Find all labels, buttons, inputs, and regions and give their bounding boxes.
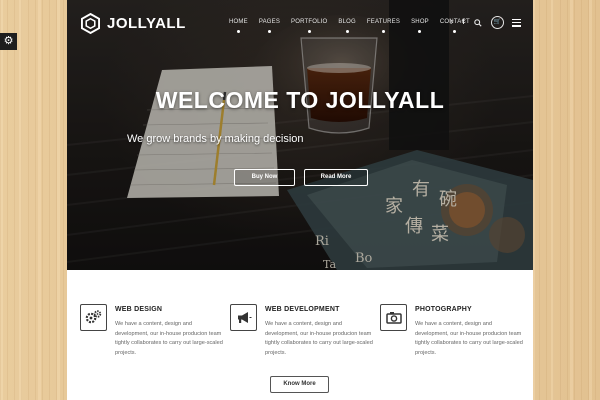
site-logo[interactable]: JOLLYALL xyxy=(81,13,186,34)
facebook-icon[interactable]: f xyxy=(462,18,464,28)
nav-icon-group: 𝕣 f 🛒 xyxy=(450,16,521,29)
nav-pages[interactable]: PAGES xyxy=(259,19,280,33)
brand-name: JOLLYALL xyxy=(107,15,186,32)
feature-title: WEB DEVELOPMENT xyxy=(265,306,340,313)
feature-description: We have a content, design and developmen… xyxy=(265,321,373,356)
feature-description: We have a content, design and developmen… xyxy=(415,321,523,356)
hero-section: 有 碗 家 傳 菜 Ri Bo Ta JOLLYALL HOME PAGES P… xyxy=(67,0,533,270)
menu-icon[interactable] xyxy=(511,18,521,27)
settings-gear-icon[interactable]: ⚙ xyxy=(0,33,17,50)
nav-blog[interactable]: BLOG xyxy=(338,19,356,33)
nav-features[interactable]: FEATURES xyxy=(367,19,400,33)
know-more-button[interactable]: Know More xyxy=(270,376,329,393)
twitter-icon[interactable]: 𝕣 xyxy=(450,18,453,28)
main-navigation: HOME PAGES PORTFOLIO BLOG FEATURES SHOP … xyxy=(229,19,481,33)
nav-portfolio[interactable]: PORTFOLIO xyxy=(291,19,327,33)
read-more-button[interactable]: Read More xyxy=(304,169,368,186)
cart-icon[interactable]: 🛒 xyxy=(490,16,504,29)
hero-title: WELCOME TO JOLLYALL xyxy=(155,87,445,113)
camera-icon xyxy=(380,304,407,331)
search-icon[interactable] xyxy=(473,18,482,27)
feature-description: We have a content, design and developmen… xyxy=(115,321,223,356)
megaphone-icon xyxy=(230,304,257,331)
feature-title: WEB DESIGN xyxy=(115,306,163,313)
buy-now-button[interactable]: Buy Now xyxy=(234,169,295,186)
hero-subtitle: We grow brands by making decision xyxy=(127,133,304,145)
site-page: 有 碗 家 傳 菜 Ri Bo Ta JOLLYALL HOME PAGES P… xyxy=(67,0,533,400)
nav-home[interactable]: HOME xyxy=(229,19,248,33)
gears-icon xyxy=(80,304,107,331)
hexagon-logo-icon xyxy=(81,13,100,34)
nav-shop[interactable]: SHOP xyxy=(411,19,429,33)
feature-title: PHOTOGRAPHY xyxy=(415,306,472,313)
